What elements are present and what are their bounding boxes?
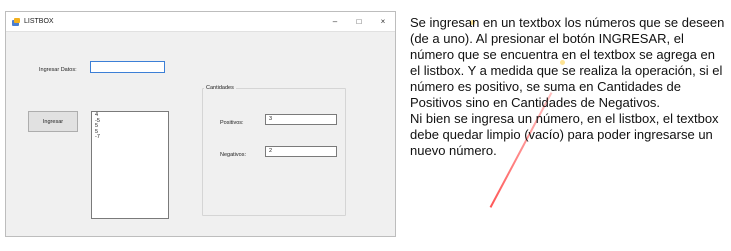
ingresar-datos-input[interactable] xyxy=(90,61,165,73)
maximize-icon[interactable]: □ xyxy=(347,12,371,32)
description-text: Se ingresan en un textbox los números qu… xyxy=(410,15,728,159)
numbers-listbox[interactable]: 4 -5 5 5 -7 xyxy=(91,111,169,219)
title-bar: LISTBOX – □ × xyxy=(6,12,395,32)
negativos-label: Negativos: xyxy=(220,152,246,158)
list-item[interactable]: -7 xyxy=(95,135,165,141)
negativos-field[interactable]: 2 xyxy=(265,146,337,157)
window-client-area: Ingresar Datos: Ingresar 4 -5 5 5 -7 Can… xyxy=(6,32,395,236)
app-window-icon xyxy=(12,17,20,26)
page: LISTBOX – □ × Ingresar Datos: Ingresar 4… xyxy=(0,0,731,251)
description-paragraph: Se ingresan en un textbox los números qu… xyxy=(410,15,725,110)
app-window: LISTBOX – □ × Ingresar Datos: Ingresar 4… xyxy=(5,11,396,237)
ingresar-datos-label: Ingresar Datos: xyxy=(39,67,77,73)
positivos-label: Positivos: xyxy=(220,120,244,126)
cantidades-group-label: Cantidades xyxy=(204,85,236,91)
ingresar-button[interactable]: Ingresar xyxy=(28,111,78,132)
minimize-icon[interactable]: – xyxy=(323,12,347,32)
positivos-field[interactable]: 3 xyxy=(265,114,337,125)
close-icon[interactable]: × xyxy=(371,12,395,32)
description-paragraph: Ni bien se ingresa un número, en el list… xyxy=(410,111,719,158)
window-title: LISTBOX xyxy=(24,18,54,25)
